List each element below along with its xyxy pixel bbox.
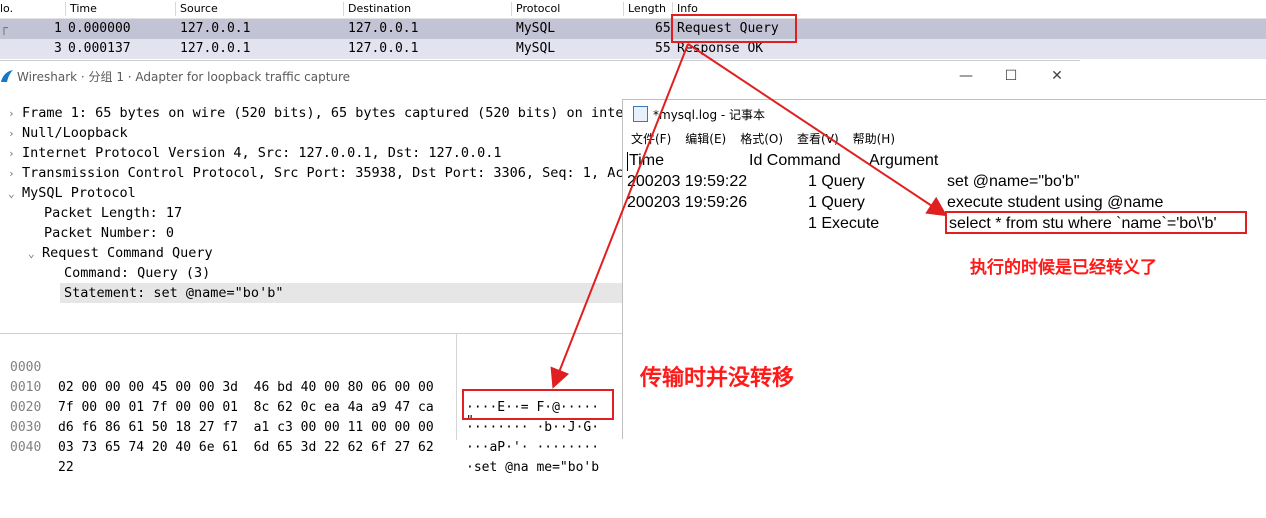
log-id-command: 1 Execute (808, 215, 880, 232)
highlight-hex-statement (462, 389, 614, 420)
tree-item-label: Command: Query (3) (64, 265, 211, 281)
hex-ascii[interactable]: ········ ·b··J·G· (466, 418, 599, 438)
hex-ascii[interactable]: ···aP·'· ········ (466, 438, 599, 458)
packet-destination: 127.0.0.1 (348, 41, 419, 56)
tree-item-frame[interactable]: › Frame 1: 65 bytes on wire (520 bits), 6… (8, 103, 632, 123)
tree-item-label: Frame 1: 65 bytes on wire (520 bits), 65… (22, 105, 632, 121)
column-length[interactable]: Length (623, 2, 666, 16)
menu-file[interactable]: 文件(F) (631, 132, 671, 146)
packet-row[interactable]: 3 0.000137 127.0.0.1 127.0.0.1 MySQL 55 … (0, 39, 1266, 59)
tree-item-null-loopback[interactable]: › Null/Loopback (8, 123, 128, 143)
menu-view[interactable]: 查看(V) (797, 132, 839, 146)
hex-ascii-divider (456, 334, 457, 440)
tree-item-label: Request Command Query (42, 245, 213, 261)
highlight-request-query (671, 14, 797, 43)
tree-item-label: Packet Number: 0 (44, 225, 175, 241)
tree-item-label: Null/Loopback (22, 125, 128, 141)
text-cursor (627, 152, 628, 171)
column-protocol[interactable]: Protocol (511, 2, 560, 16)
hex-bytes[interactable]: 03 73 65 74 20 40 6e 61 6d 65 3d 22 62 6… (58, 438, 434, 458)
menu-format[interactable]: 格式(O) (740, 132, 783, 146)
log-header-argument: Argument (869, 152, 939, 169)
hex-bytes[interactable]: 7f 00 00 01 7f 00 00 01 8c 62 0c ea 4a a… (58, 398, 434, 418)
hex-row: 0030 03 73 65 74 20 40 6e 61 6d 65 3d 22… (0, 398, 599, 475)
tree-item-label: Packet Length: 17 (44, 205, 183, 221)
window-title: Wireshark · 分组 1 · Adapter for loopback … (17, 70, 351, 84)
packet-no: 1 (54, 21, 62, 36)
hex-row: 0000 02 00 00 00 45 00 00 3d 46 bd 40 00… (0, 338, 599, 415)
minimize-icon: — (959, 68, 973, 84)
packet-row-selected[interactable]: ┌ 1 0.000000 127.0.0.1 127.0.0.1 MySQL 6… (0, 19, 1266, 39)
tree-item-tcp[interactable]: › Transmission Control Protocol, Src Port… (8, 163, 632, 183)
close-button[interactable]: ✕ (1037, 65, 1077, 87)
packet-time: 0.000000 (68, 21, 131, 36)
hex-bytes[interactable]: d6 f6 86 61 50 18 27 f7 a1 c3 00 00 11 0… (58, 418, 434, 438)
collapse-arrow-icon[interactable]: ⌄ (28, 244, 42, 264)
notepad-title: *mysql.log - 记事本 (653, 108, 766, 122)
hex-row: 0020 d6 f6 86 61 50 18 27 f7 a1 c3 00 00… (0, 378, 599, 455)
hex-row: 0040 22 " (0, 414, 474, 475)
tree-item-label: Transmission Control Protocol, Src Port:… (22, 165, 632, 181)
column-destination[interactable]: Destination (343, 2, 411, 16)
packet-list-header: lo. Time Source Destination Protocol Len… (0, 0, 1266, 19)
annotation-executed-escaped: 执行的时候是已经转义了 (970, 258, 1157, 278)
packet-source: 127.0.0.1 (180, 41, 251, 56)
packet-no: 3 (54, 41, 62, 56)
tree-item-packet-number[interactable]: Packet Number: 0 (44, 223, 174, 243)
packet-list: lo. Time Source Destination Protocol Len… (0, 0, 1266, 60)
tree-item-label: Internet Protocol Version 4, Src: 127.0.… (22, 145, 502, 161)
packet-time: 0.000137 (68, 41, 131, 56)
menu-help[interactable]: 帮助(H) (853, 132, 895, 146)
tree-item-command[interactable]: Command: Query (3) (64, 263, 210, 283)
hex-dump-pane[interactable]: 0000 02 00 00 00 45 00 00 3d 46 bd 40 00… (0, 333, 622, 475)
highlight-executed-statement (945, 211, 1247, 234)
expand-arrow-icon[interactable]: › (8, 144, 22, 164)
expand-arrow-icon[interactable]: › (8, 164, 22, 184)
log-argument: execute student using @name (947, 194, 1164, 211)
maximize-button[interactable]: ☐ (991, 65, 1031, 87)
packet-length: 55 (655, 41, 671, 56)
packet-protocol: MySQL (516, 41, 556, 56)
hex-bytes[interactable]: 02 00 00 00 45 00 00 3d 46 bd 40 00 80 0… (58, 378, 434, 398)
hex-ascii[interactable]: ·set @na me="bo'b (466, 458, 599, 478)
log-time: 200203 19:59:22 (627, 173, 748, 190)
tree-item-ipv4[interactable]: › Internet Protocol Version 4, Src: 127.0… (8, 143, 502, 163)
log-argument: set @name="bo'b" (947, 173, 1080, 190)
menu-edit[interactable]: 编辑(E) (685, 132, 726, 146)
annotation-transfer-not-escaped: 传输时并没转移 (640, 366, 795, 391)
wireshark-fin-icon (1, 70, 13, 82)
window-titlebar[interactable]: Wireshark · 分组 1 · Adapter for loopback … (0, 61, 1080, 91)
column-no[interactable]: lo. (0, 2, 13, 16)
row-marker: ┌ (0, 21, 8, 36)
expand-arrow-icon[interactable]: › (8, 104, 22, 124)
collapse-arrow-icon[interactable]: ⌄ (8, 184, 22, 204)
column-time[interactable]: Time (65, 2, 97, 16)
log-header-time: Time (629, 152, 664, 169)
tree-item-packet-length[interactable]: Packet Length: 17 (44, 203, 182, 223)
log-header-id-command: Id Command (749, 152, 841, 169)
log-time: 200203 19:59:26 (627, 194, 748, 211)
packet-protocol: MySQL (516, 21, 556, 36)
packet-source: 127.0.0.1 (180, 21, 251, 36)
hex-row: 0010 7f 00 00 01 7f 00 00 01 8c 62 0c ea… (0, 358, 599, 435)
log-id-command: 1 Query (808, 194, 865, 211)
tree-item-label: MySQL Protocol (22, 185, 136, 201)
tree-item-statement[interactable]: Statement: set @name="bo'b" (60, 283, 626, 303)
tree-item-request-command[interactable]: ⌄ Request Command Query (28, 243, 213, 263)
notepad-icon (633, 106, 648, 122)
close-icon: ✕ (1051, 68, 1063, 84)
notepad-menubar: 文件(F) 编辑(E) 格式(O) 查看(V) 帮助(H) (631, 130, 909, 148)
tree-item-mysql[interactable]: ⌄ MySQL Protocol (8, 183, 136, 203)
log-id-command: 1 Query (808, 173, 865, 190)
packet-length: 65 (655, 21, 671, 36)
minimize-button[interactable]: — (946, 65, 986, 87)
hex-bytes[interactable]: 22 (58, 458, 74, 478)
maximize-icon: ☐ (1004, 68, 1018, 84)
expand-arrow-icon[interactable]: › (8, 124, 22, 144)
packet-destination: 127.0.0.1 (348, 21, 419, 36)
column-source[interactable]: Source (175, 2, 218, 16)
hex-offset: 0040 (10, 440, 42, 455)
tree-item-label: Statement: set @name="bo'b" (64, 285, 284, 301)
